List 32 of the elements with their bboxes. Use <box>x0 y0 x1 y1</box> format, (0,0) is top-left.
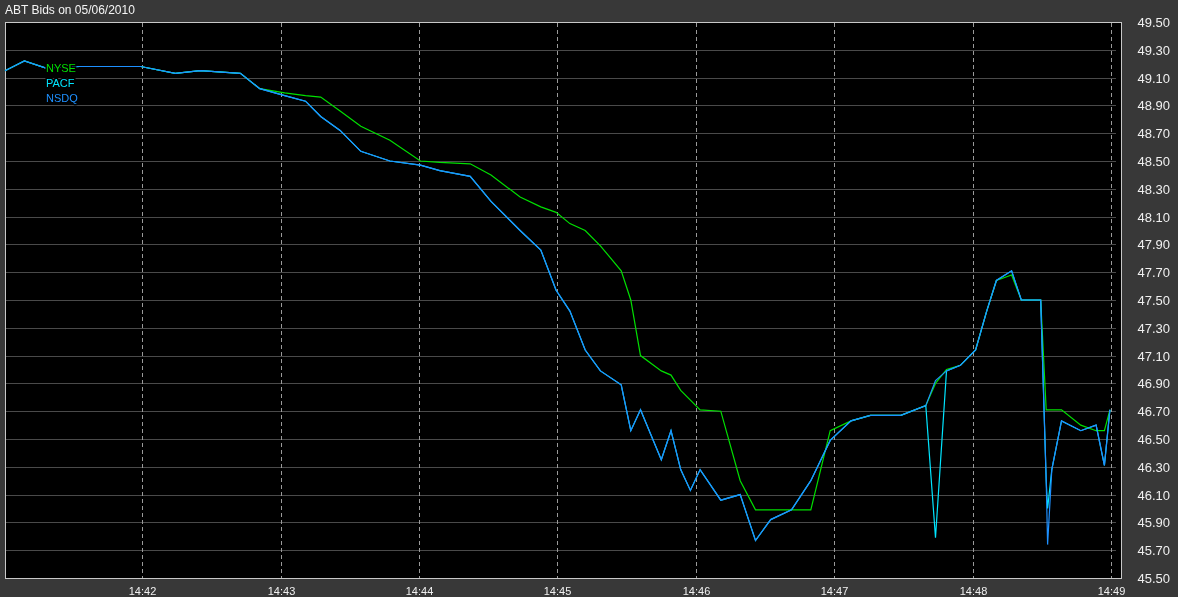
axis-label: 47.50 <box>1137 293 1170 308</box>
axis-label: 45.90 <box>1137 515 1170 531</box>
legend-label: PACF <box>46 77 75 89</box>
axis-label: 46.70 <box>1137 404 1170 420</box>
axis-label: 45.70 <box>1137 543 1170 559</box>
axis-label: 14:48 <box>959 585 988 597</box>
axis-label: 48.70 <box>1137 126 1170 142</box>
axis-label: 49.10 <box>1137 70 1170 86</box>
axis-label: 48.90 <box>1137 98 1170 114</box>
chart-title: ABT Bids on 05/06/2010 <box>5 3 135 17</box>
axis-label: 14:46 <box>682 585 711 597</box>
axis-label: 14:45 <box>543 585 572 597</box>
axis-label: 14:42 <box>128 585 157 597</box>
axis-label: 47.10 <box>1137 348 1170 364</box>
axis-label: 48.10 <box>1137 209 1170 225</box>
axis-label: 47.90 <box>1137 237 1170 253</box>
axis-label: 47.30 <box>1137 320 1170 336</box>
axis-label: 46.90 <box>1137 376 1170 392</box>
axis-label: 14:43 <box>267 585 296 597</box>
axis-label: 46.50 <box>1137 432 1170 447</box>
legend-label: NSDQ <box>46 92 78 104</box>
axis-label: 45.50 <box>1137 571 1170 586</box>
axis-label: 14:47 <box>820 585 849 597</box>
axis-label: 48.50 <box>1137 154 1170 169</box>
axis-label: 49.30 <box>1137 42 1170 58</box>
axis-label: 46.30 <box>1137 459 1170 475</box>
axis-label: 14:49 <box>1097 585 1126 597</box>
axis-label: 48.30 <box>1137 181 1170 197</box>
axis-label: 46.10 <box>1137 487 1170 503</box>
axis-label: 49.50 <box>1137 18 1170 30</box>
axis-label: 14:44 <box>405 585 434 597</box>
axis-label: 47.70 <box>1137 265 1170 281</box>
